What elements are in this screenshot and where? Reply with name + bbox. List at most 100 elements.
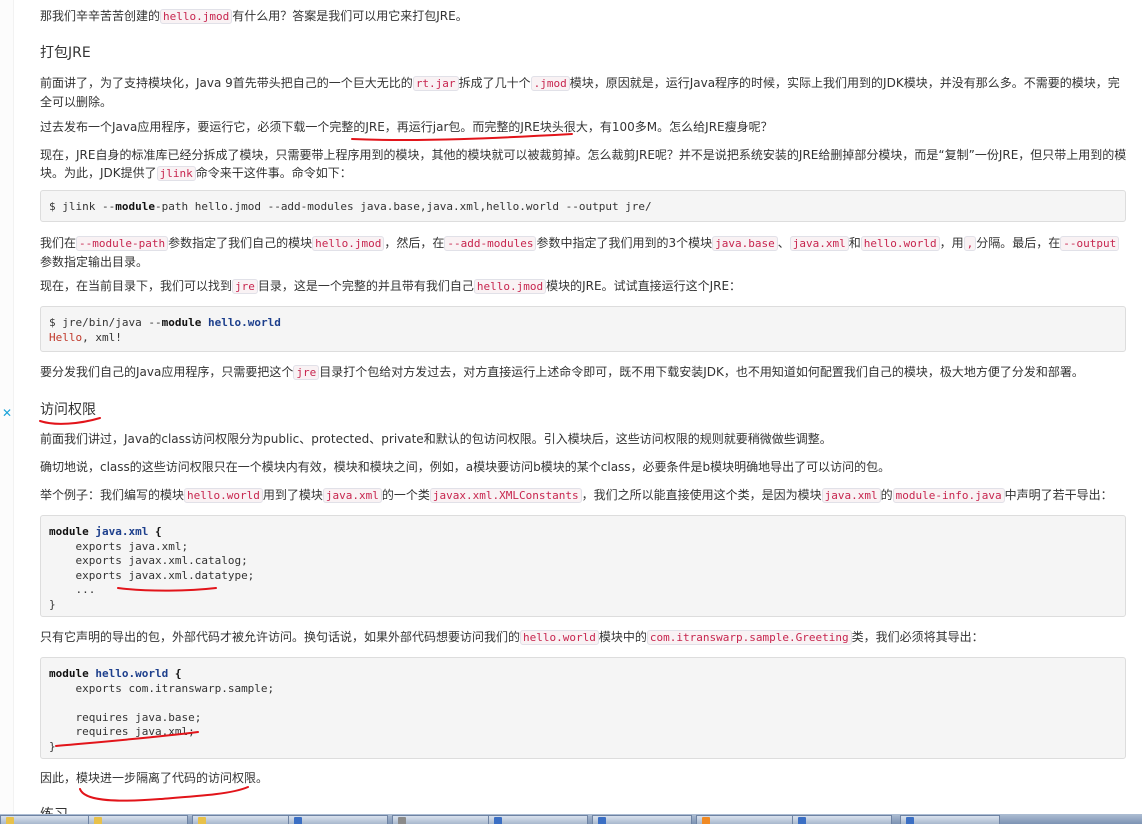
text: 类，我们必须将其导出：: [851, 630, 984, 644]
paragraph-distribute: 要分发我们自己的Java应用程序，只需要把这个 jre 目录打个包给对方发过去，对方…: [40, 363, 1130, 382]
heading-exercise: 练习: [40, 806, 68, 814]
inline-code: rt.jar: [412, 76, 459, 91]
code-name: hello.world: [95, 667, 169, 680]
inline-code: java.xml: [322, 488, 382, 503]
text: 模块的JRE。试试直接运行这个JRE：: [546, 279, 742, 293]
code-line: ...: [75, 583, 96, 596]
code-line: exports javax.xml.datatype;: [75, 568, 255, 582]
code-keyword: module: [49, 525, 89, 538]
text: 模块中的: [598, 630, 647, 644]
paragraph-run-jre: 现在，在当前目录下，我们可以找到 jre 目录，这是一个完整的并且带有我们自己 hel…: [40, 277, 1130, 296]
close-icon[interactable]: ✕: [2, 405, 14, 421]
page: ✕ 那我们辛辛苦苦创建的 hello.jmod 有什么用？答案是我们可以用它来打包J…: [0, 0, 1142, 814]
taskbar: [0, 814, 1142, 824]
text: 只有它声明的导出的包，外部代码才被允许访问。换句话说，如果外部代码想要访问我们的: [40, 630, 521, 644]
inline-code: jre: [293, 365, 320, 380]
inline-code: com.itranswarp.sample.Greeting: [646, 630, 852, 645]
taskbar-button[interactable]: [696, 815, 796, 824]
inline-code: --module-path: [76, 236, 169, 251]
inline-code: java.base: [712, 236, 778, 251]
folder-icon: [6, 817, 14, 824]
code-brace: {: [154, 525, 162, 538]
app-icon: [294, 817, 302, 824]
text: ，然后，在: [384, 236, 445, 250]
code-keyword: module: [49, 667, 89, 680]
text: 目录打个包给对方发过去，对方直接运行上述命令即可，既不用下载安装JDK，也不用知…: [319, 365, 1084, 379]
code-block-java-xml: module java.xml { exports java.xml; expo…: [40, 515, 1126, 617]
paragraph-access-rule: 确切地说，class的这些访问权限只在一个模块内有效，模块和模块之间，例如，a模…: [40, 460, 891, 474]
code-keyword: module: [161, 316, 202, 329]
text: 那我们辛辛苦苦创建的: [40, 9, 161, 23]
text: 目录，这是一个完整的并且带有我们自己: [257, 279, 474, 293]
app-icon: [494, 817, 502, 824]
paragraph-jlink-args: 我们在 --module-path 参数指定了我们自己的模块 hello.jmod ，然…: [40, 234, 1130, 271]
inline-code: jlink: [156, 166, 196, 181]
code-line: exports com.itranswarp.sample;: [75, 681, 275, 695]
code-line: requires java.xml;: [75, 725, 195, 738]
paragraph-export-rule: 只有它声明的导出的包，外部代码才被允许访问。换句话说，如果外部代码想要访问我们的…: [40, 628, 1130, 647]
inline-code: hello.jmod: [160, 9, 233, 24]
inline-code: jre: [232, 279, 258, 294]
code-text: $ jlink --: [49, 200, 116, 213]
code-text: -path hello.jmod --add-modules java.base…: [154, 200, 652, 213]
underline-conclusion: [79, 786, 249, 802]
inline-code: javax.xml.XMLConstants: [429, 488, 582, 503]
code-name: java.xml: [95, 525, 149, 538]
paragraph-example: 举个例子：我们编写的模块 hello.world 用到了模块 java.xml 的一个类…: [40, 486, 1130, 505]
code-line: requires java.base;: [75, 710, 202, 724]
text: 中声明了若干导出：: [1004, 488, 1113, 502]
paragraph-intro: 那我们辛辛苦苦创建的 hello.jmod 有什么用？答案是我们可以用它来打包JRE…: [40, 7, 1130, 26]
inline-code: .jmod: [530, 76, 570, 91]
code-output: , xml!: [82, 330, 122, 344]
text: 参数中指定了我们用到的3个模块: [536, 236, 713, 250]
app-icon: [906, 817, 914, 824]
inline-code: hello.jmod: [312, 236, 385, 251]
browser-icon: [702, 817, 710, 824]
inline-code: module-info.java: [892, 488, 1005, 503]
code-line: exports java.xml;: [75, 539, 189, 553]
text: 参数指定了我们自己的模块: [168, 236, 313, 250]
code-output: Hello: [49, 330, 83, 344]
app-icon: [798, 817, 806, 824]
inline-code: hello.world: [860, 236, 940, 251]
inline-code: hello.world: [520, 630, 599, 645]
taskbar-button[interactable]: [592, 815, 692, 824]
taskbar-button[interactable]: [392, 815, 492, 824]
code-name: hello.world: [207, 316, 281, 329]
taskbar-button[interactable]: [192, 815, 292, 824]
folder-icon: [94, 817, 102, 824]
text: 参数指定输出目录。: [40, 255, 149, 269]
taskbar-button[interactable]: [88, 815, 188, 824]
heading-access-control: 访问权限: [40, 402, 96, 418]
inline-code: --output: [1060, 236, 1120, 251]
text: 的一个类: [381, 488, 430, 502]
code-block-jlink: $ jlink --module-path hello.jmod --add-m…: [40, 190, 1126, 222]
taskbar-button[interactable]: [488, 815, 588, 824]
document-icon: [398, 817, 406, 824]
code-text: $ jre/bin/java --: [49, 316, 162, 329]
text: 现在，在当前目录下，我们可以找到: [40, 279, 233, 293]
text: 的: [880, 488, 893, 502]
left-gutter: ✕: [0, 0, 14, 814]
text: 拆成了几十个: [458, 76, 531, 90]
code-brace: }: [49, 739, 56, 753]
code-block-run: $ jre/bin/java --module hello.world Hell…: [40, 306, 1126, 352]
taskbar-button[interactable]: [792, 815, 892, 824]
paragraph-conclusion: 因此，模块进一步隔离了代码的访问权限。: [40, 771, 269, 785]
paragraph-jlink: 现在，JRE自身的标准库已经分拆成了模块，只需要带上程序用到的模块，其他的模块就…: [40, 146, 1130, 183]
code-keyword: module: [115, 200, 155, 213]
text: 分隔。最后，在: [976, 236, 1061, 250]
inline-code: java.xml: [789, 236, 849, 251]
inline-code: hello.jmod: [473, 279, 547, 294]
paragraph-jre-size: 过去发布一个Java应用程序，要运行它，必须下载一个完整的JRE，再运行jar包…: [40, 120, 773, 134]
taskbar-button[interactable]: [288, 815, 388, 824]
text: 我们在: [40, 236, 77, 250]
taskbar-button[interactable]: [900, 815, 1000, 824]
code-block-hello-world: module hello.world { exports com.itransw…: [40, 657, 1126, 759]
inline-code: ,: [963, 236, 977, 251]
taskbar-button[interactable]: [0, 815, 100, 824]
text: ，用: [939, 236, 964, 250]
inline-code: --add-modules: [444, 236, 537, 251]
text: 和: [848, 236, 861, 250]
text: 有什么用？答案是我们可以用它来打包JRE。: [232, 9, 468, 23]
